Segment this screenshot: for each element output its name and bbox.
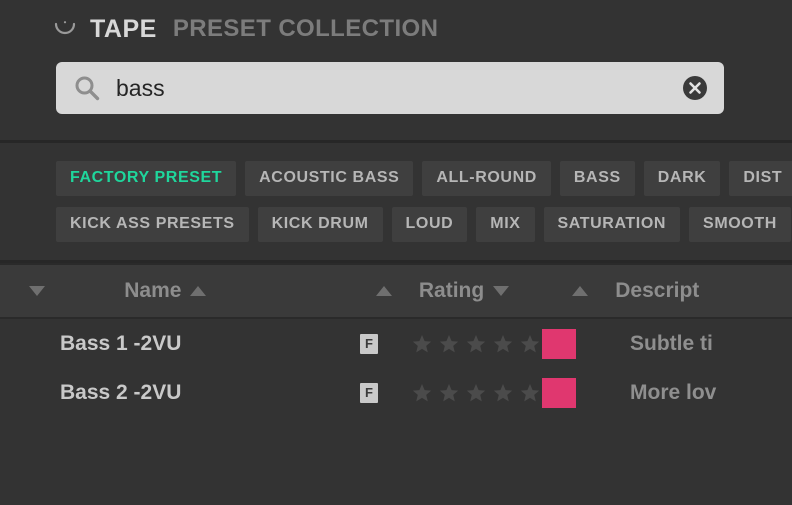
- clear-search-icon[interactable]: [682, 75, 708, 101]
- column-header-flag-sort[interactable]: [340, 286, 419, 296]
- search-region: [0, 58, 792, 140]
- preset-flag-cell: F: [360, 333, 412, 354]
- tag-dark[interactable]: DARK: [643, 161, 721, 196]
- brand-title: TAPE: [90, 14, 157, 43]
- preset-rating-cell[interactable]: [412, 334, 542, 354]
- rating-stars[interactable]: [412, 383, 542, 403]
- star-icon[interactable]: [493, 383, 513, 403]
- tag-kick-ass-presets[interactable]: KICK ASS PRESETS: [56, 207, 249, 242]
- tag-dist[interactable]: DIST: [729, 161, 792, 196]
- preset-rating-cell[interactable]: [412, 383, 542, 403]
- titlebar: TAPE PRESET COLLECTION: [0, 0, 792, 58]
- tag-mix[interactable]: MIX: [476, 207, 535, 242]
- color-swatch[interactable]: [542, 377, 576, 408]
- search-box[interactable]: [56, 62, 724, 114]
- preset-name: Bass 2 -2VU: [60, 380, 182, 404]
- preset-description: Subtle ti: [630, 331, 713, 355]
- column-header-description[interactable]: Descript: [615, 279, 792, 303]
- triangle-down-icon: [493, 286, 510, 296]
- triangle-up-icon: [572, 286, 589, 296]
- column-header-rating[interactable]: Rating: [419, 279, 537, 303]
- tag-kick-drum[interactable]: KICK DRUM: [257, 207, 383, 242]
- triangle-down-icon: [28, 286, 45, 296]
- column-header-rating-label: Rating: [418, 279, 485, 302]
- tag-loud[interactable]: LOUD: [391, 207, 468, 242]
- tag-saturation[interactable]: SATURATION: [543, 207, 681, 242]
- column-header-name[interactable]: Name: [64, 279, 340, 303]
- tag-acoustic-bass[interactable]: ACOUSTIC BASS: [245, 161, 414, 196]
- star-icon[interactable]: [412, 383, 432, 403]
- color-swatch[interactable]: [542, 328, 576, 359]
- brand-subtitle: PRESET COLLECTION: [172, 15, 439, 42]
- star-icon[interactable]: [466, 334, 486, 354]
- tag-row-2: KICK ASS PRESETS KICK DRUM LOUD MIX SATU…: [56, 207, 792, 242]
- star-icon[interactable]: [439, 383, 459, 403]
- tag-bass[interactable]: BASS: [559, 161, 635, 196]
- tape-reel-arc-icon: [54, 21, 76, 35]
- table-row[interactable]: Bass 1 -2VU F Subtle ti: [0, 319, 792, 368]
- factory-flag-badge: F: [360, 382, 378, 403]
- star-icon[interactable]: [439, 334, 459, 354]
- star-icon[interactable]: [412, 334, 432, 354]
- star-icon[interactable]: [520, 383, 540, 403]
- preset-name: Bass 1 -2VU: [60, 331, 182, 355]
- tag-smooth[interactable]: SMOOTH: [689, 207, 791, 242]
- preset-color-cell[interactable]: [542, 328, 630, 359]
- star-icon[interactable]: [520, 334, 540, 354]
- table-row[interactable]: Bass 2 -2VU F More lov: [0, 368, 792, 417]
- preset-description-cell: More lov: [630, 381, 790, 405]
- preset-color-cell[interactable]: [542, 377, 630, 408]
- tag-all-round[interactable]: ALL-ROUND: [422, 161, 551, 196]
- search-input[interactable]: [116, 74, 682, 102]
- triangle-up-icon: [190, 286, 207, 296]
- column-header-name-label: Name: [124, 279, 182, 302]
- tag-filter-region: FACTORY PRESET ACOUSTIC BASS ALL-ROUND B…: [0, 143, 792, 260]
- preset-description-cell: Subtle ti: [630, 332, 790, 356]
- preset-flag-cell: F: [360, 382, 412, 403]
- table-header-row: Name Rating Descript: [0, 263, 792, 319]
- column-header-color-sort[interactable]: [537, 286, 616, 296]
- preset-name-cell: Bass 1 -2VU: [60, 332, 360, 356]
- preset-description: More lov: [630, 380, 717, 404]
- tag-row-1: FACTORY PRESET ACOUSTIC BASS ALL-ROUND B…: [56, 161, 792, 196]
- star-icon[interactable]: [493, 334, 513, 354]
- preset-browser-window: TAPE PRESET COLLECTION FACTORY PRESET AC…: [0, 0, 792, 505]
- factory-flag-badge: F: [360, 333, 378, 354]
- tag-factory-preset[interactable]: FACTORY PRESET: [56, 161, 237, 196]
- star-icon[interactable]: [466, 383, 486, 403]
- rating-stars[interactable]: [412, 334, 542, 354]
- search-icon: [75, 76, 100, 101]
- preset-name-cell: Bass 2 -2VU: [60, 381, 360, 405]
- triangle-up-icon: [376, 286, 393, 296]
- column-header-sort-left[interactable]: [0, 286, 64, 296]
